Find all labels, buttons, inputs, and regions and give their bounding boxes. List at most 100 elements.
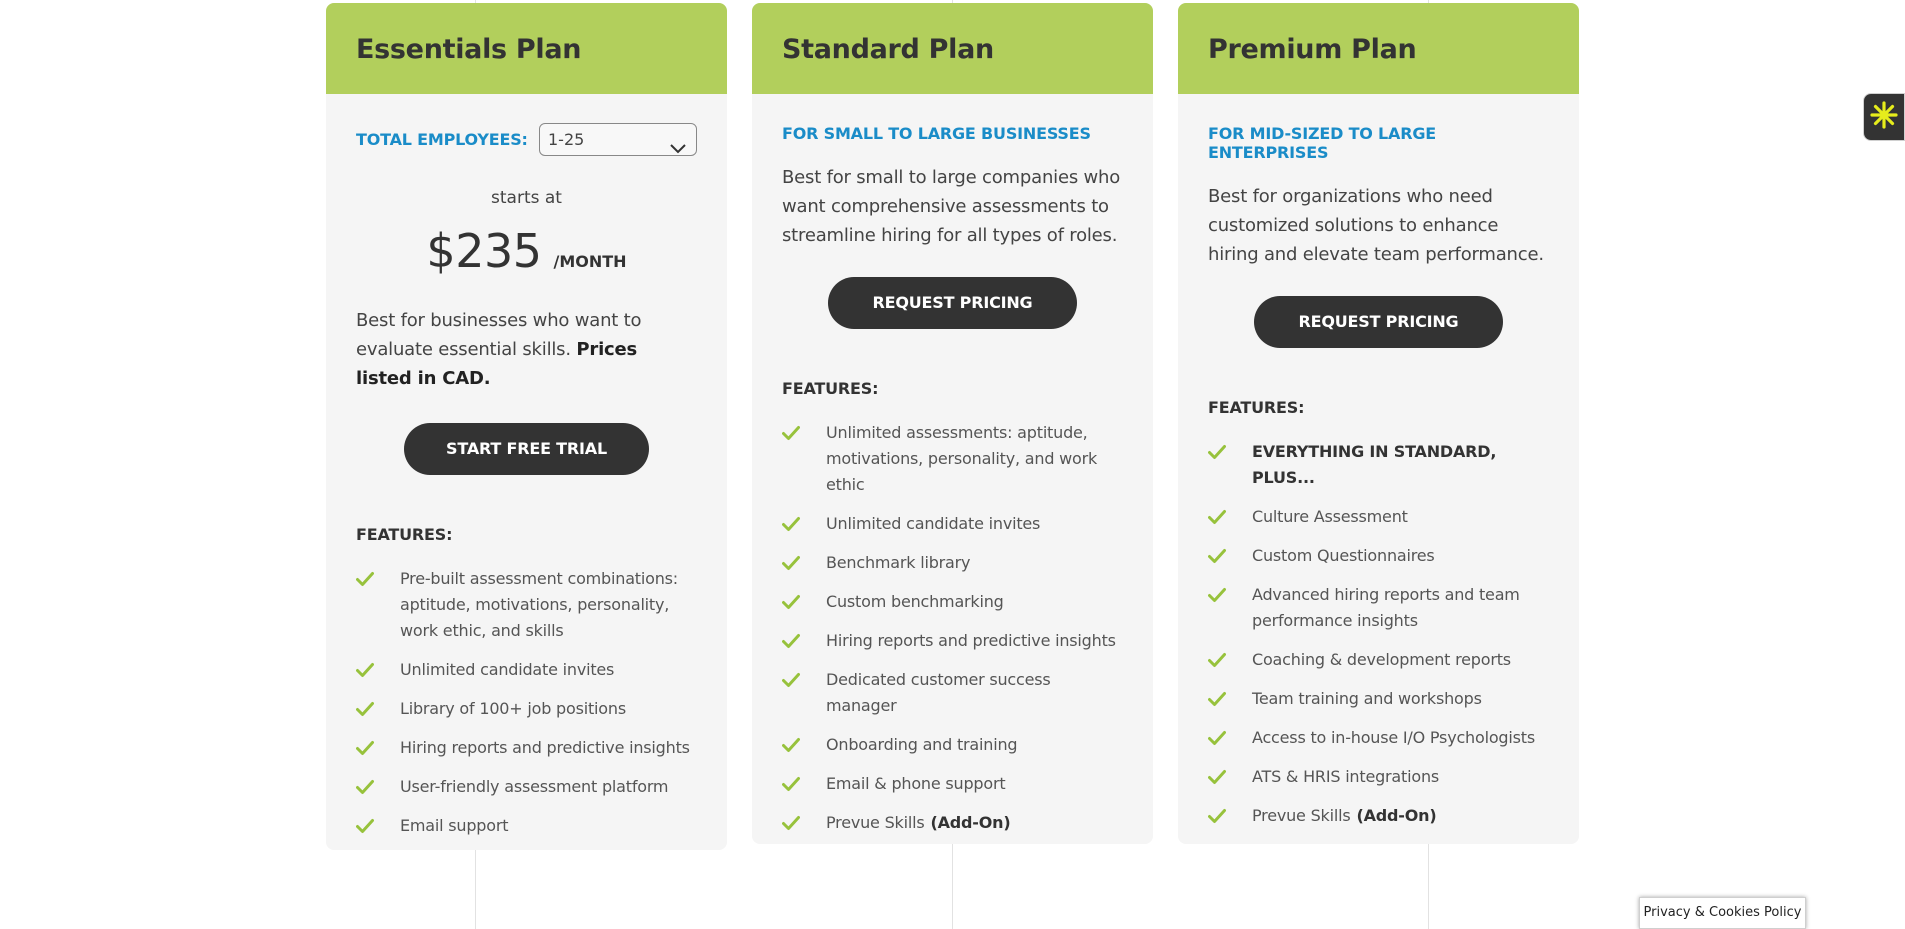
- feature-item: Advanced hiring reports and team perform…: [1208, 582, 1549, 634]
- check-icon: [1208, 691, 1226, 707]
- features-label: FEATURES:: [1208, 398, 1305, 417]
- feature-item: Coaching & development reports: [1208, 647, 1549, 673]
- request-pricing-button[interactable]: REQUEST PRICING: [1254, 296, 1503, 348]
- feature-item: Onboarding and training: [782, 732, 1123, 758]
- feature-text: Custom Questionnaires: [1252, 546, 1435, 565]
- feature-item: Dedicated customer success manager: [782, 667, 1123, 719]
- feature-item: Unlimited assessments: aptitude, motivat…: [782, 420, 1123, 498]
- feature-item: Unlimited candidate invites: [356, 657, 697, 683]
- feature-text: Prevue Skills: [1252, 806, 1351, 825]
- feature-item: Email & phone support: [782, 771, 1123, 797]
- feature-text: Unlimited candidate invites: [826, 514, 1041, 533]
- request-pricing-button[interactable]: REQUEST PRICING: [828, 277, 1077, 329]
- check-icon: [1208, 548, 1226, 564]
- feature-item: Prevue Skills (Add-On): [782, 810, 1123, 836]
- feature-text: Onboarding and training: [826, 735, 1018, 754]
- features-list: EVERYTHING IN STANDARD, PLUS... Culture A…: [1208, 439, 1549, 829]
- feature-item: EVERYTHING IN STANDARD, PLUS...: [1208, 439, 1549, 491]
- feature-text: Benchmark library: [826, 553, 971, 572]
- check-icon: [356, 779, 374, 795]
- feature-item: User-friendly assessment platform: [356, 774, 697, 800]
- feature-text: Advanced hiring reports and team perform…: [1252, 585, 1520, 630]
- feature-text: User-friendly assessment platform: [400, 777, 669, 796]
- premium-plan-card: Premium Plan FOR MID-SIZED TO LARGE ENTE…: [1178, 3, 1579, 844]
- feature-text: Team training and workshops: [1252, 689, 1482, 708]
- check-icon: [782, 815, 800, 831]
- employees-select[interactable]: 1-25: [539, 123, 697, 156]
- feature-text: Unlimited assessments: aptitude, motivat…: [826, 423, 1098, 494]
- check-icon: [782, 737, 800, 753]
- asterisk-widget-button[interactable]: [1863, 93, 1905, 141]
- employees-select-value: 1-25: [548, 130, 585, 149]
- check-icon: [782, 633, 800, 649]
- start-free-trial-button[interactable]: START FREE TRIAL: [404, 423, 649, 475]
- feature-item: Pre-built assessment combinations: aptit…: [356, 566, 697, 644]
- price-amount: $235: [426, 224, 542, 278]
- check-icon: [1208, 587, 1226, 603]
- check-icon: [1208, 730, 1226, 746]
- feature-text: Email & phone support: [826, 774, 1006, 793]
- privacy-cookies-link[interactable]: Privacy & Cookies Policy: [1639, 897, 1806, 929]
- feature-text: Coaching & development reports: [1252, 650, 1511, 669]
- check-icon: [782, 516, 800, 532]
- starts-at-text: starts at: [491, 188, 562, 208]
- chevron-down-icon: [670, 133, 686, 164]
- feature-text: Access to in-house I/O Psychologists: [1252, 728, 1535, 747]
- feature-item: Hiring reports and predictive insights: [782, 628, 1123, 654]
- feature-item: Access to in-house I/O Psychologists: [1208, 725, 1549, 751]
- feature-text: Dedicated customer success manager: [826, 670, 1051, 715]
- essentials-plan-card: Essentials Plan TOTAL EMPLOYEES: 1-25 st…: [326, 3, 727, 850]
- check-icon: [1208, 652, 1226, 668]
- features-label: FEATURES:: [782, 379, 879, 398]
- feature-text: Hiring reports and predictive insights: [400, 738, 690, 757]
- feature-item: Custom benchmarking: [782, 589, 1123, 615]
- plan-title: Standard Plan: [782, 34, 994, 65]
- plan-description: Best for businesses who want to evaluate…: [356, 306, 697, 393]
- feature-item: Hiring reports and predictive insights: [356, 735, 697, 761]
- check-icon: [356, 571, 374, 587]
- check-icon: [356, 740, 374, 756]
- card-header: Premium Plan: [1178, 3, 1579, 94]
- feature-item: Team training and workshops: [1208, 686, 1549, 712]
- check-icon: [356, 818, 374, 834]
- features-label: FEATURES:: [356, 525, 453, 544]
- feature-text: ATS & HRIS integrations: [1252, 767, 1440, 786]
- check-icon: [782, 776, 800, 792]
- standard-plan-card: Standard Plan FOR SMALL TO LARGE BUSINES…: [752, 3, 1153, 844]
- feature-text: Email support: [400, 816, 509, 835]
- feature-item: Benchmark library: [782, 550, 1123, 576]
- feature-text: EVERYTHING IN STANDARD, PLUS...: [1252, 442, 1497, 487]
- feature-item: ATS & HRIS integrations: [1208, 764, 1549, 790]
- asterisk-icon: [1869, 100, 1899, 134]
- features-list: Pre-built assessment combinations: aptit…: [356, 566, 697, 839]
- features-list: Unlimited assessments: aptitude, motivat…: [782, 420, 1123, 836]
- card-header: Essentials Plan: [326, 3, 727, 94]
- check-icon: [1208, 444, 1226, 460]
- feature-item: Unlimited candidate invites: [782, 511, 1123, 537]
- plan-description: Best for small to large companies who wa…: [782, 167, 1121, 246]
- plan-description: Best for organizations who need customiz…: [1208, 186, 1544, 265]
- total-employees-label: TOTAL EMPLOYEES:: [356, 130, 528, 149]
- addon-label: (Add-On): [930, 813, 1011, 832]
- feature-item: Prevue Skills (Add-On): [1208, 803, 1549, 829]
- check-icon: [356, 701, 374, 717]
- feature-text: Prevue Skills: [826, 813, 925, 832]
- plan-subtitle: FOR SMALL TO LARGE BUSINESSES: [782, 124, 1091, 143]
- feature-text: Pre-built assessment combinations: aptit…: [400, 569, 678, 640]
- check-icon: [1208, 509, 1226, 525]
- feature-text: Unlimited candidate invites: [400, 660, 615, 679]
- check-icon: [782, 672, 800, 688]
- check-icon: [356, 662, 374, 678]
- feature-item: Email support: [356, 813, 697, 839]
- check-icon: [782, 555, 800, 571]
- check-icon: [1208, 769, 1226, 785]
- card-header: Standard Plan: [752, 3, 1153, 94]
- addon-label: (Add-On): [1356, 806, 1437, 825]
- check-icon: [782, 425, 800, 441]
- plan-title: Premium Plan: [1208, 34, 1417, 65]
- feature-item: Culture Assessment: [1208, 504, 1549, 530]
- check-icon: [782, 594, 800, 610]
- feature-text: Custom benchmarking: [826, 592, 1004, 611]
- feature-text: Library of 100+ job positions: [400, 699, 626, 718]
- feature-item: Custom Questionnaires: [1208, 543, 1549, 569]
